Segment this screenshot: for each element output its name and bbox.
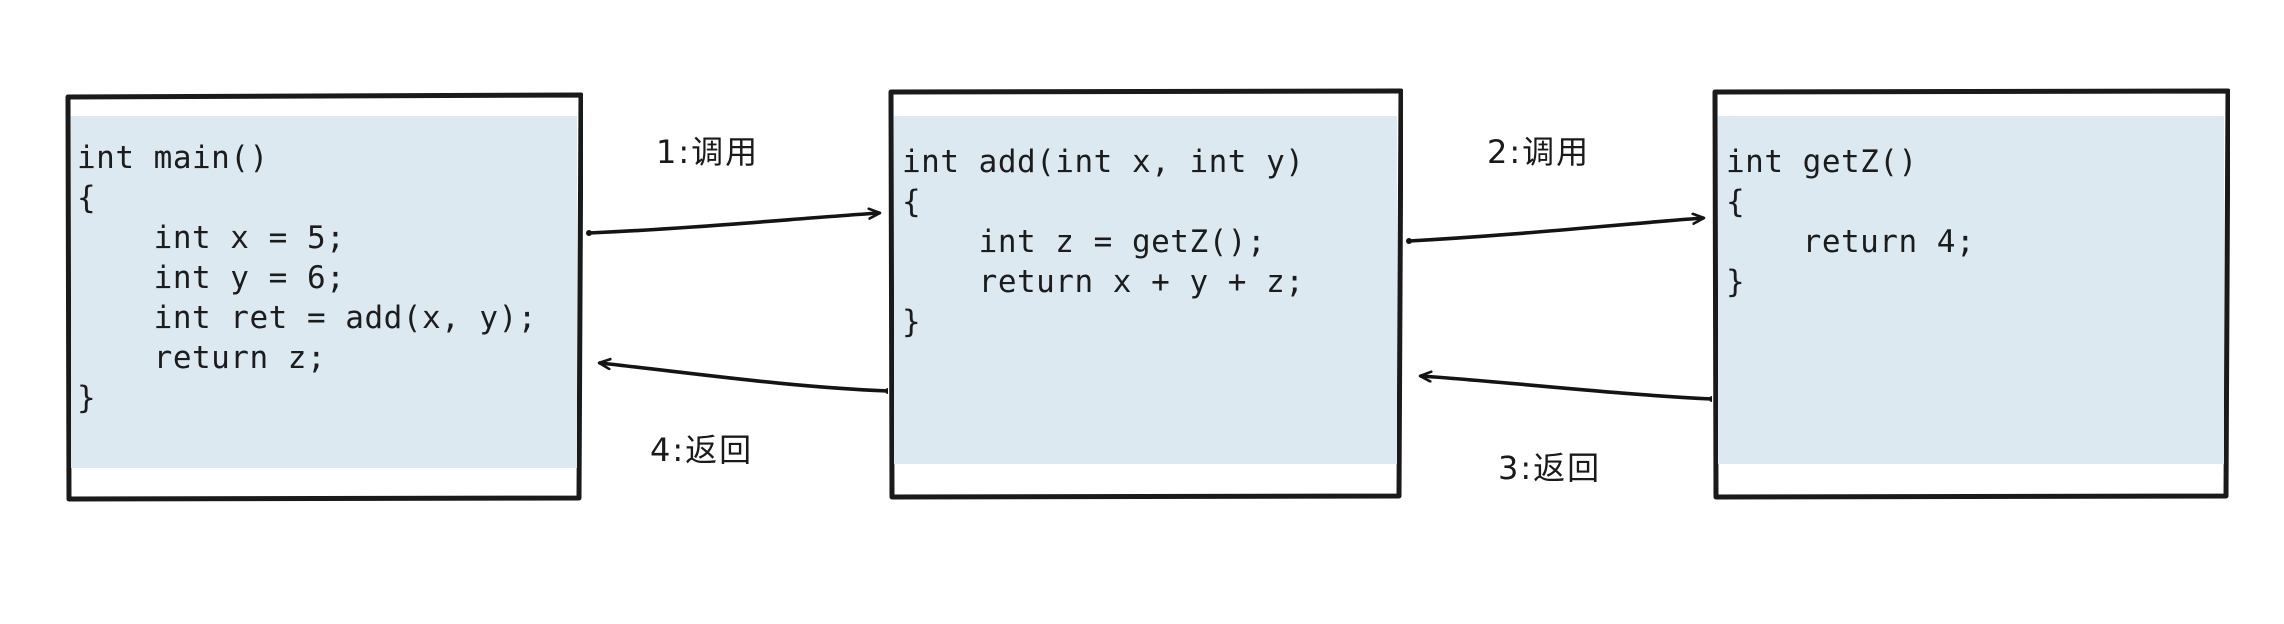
edge-label-return-4: 4:返回 (650, 431, 754, 469)
arrow-return-4 (600, 363, 891, 394)
add-function-box: int add(int x, int y) { int z = getZ(); … (888, 88, 1403, 500)
add-code-text: int add(int x, int y) { int z = getZ(); … (902, 144, 1305, 340)
edge-label-call-2: 2:调用 (1487, 133, 1591, 171)
edge-label-call-1: 1:调用 (656, 133, 760, 171)
edge-label-return-3: 3:返回 (1498, 449, 1602, 487)
arrow-call-1 (586, 213, 879, 236)
arrow-return-3 (1421, 376, 1715, 402)
main-function-box: int main() { int x = 5; int y = 6; int r… (65, 92, 583, 502)
getz-code-text: int getZ() { return 4; } (1726, 144, 1976, 300)
diagram-canvas: int main() { int x = 5; int y = 6; int r… (0, 0, 2284, 624)
arrow-call-2 (1406, 218, 1703, 244)
main-code-text: int main() { int x = 5; int y = 6; int r… (77, 140, 537, 416)
getz-function-box: int getZ() { return 4; } (1712, 88, 2230, 500)
